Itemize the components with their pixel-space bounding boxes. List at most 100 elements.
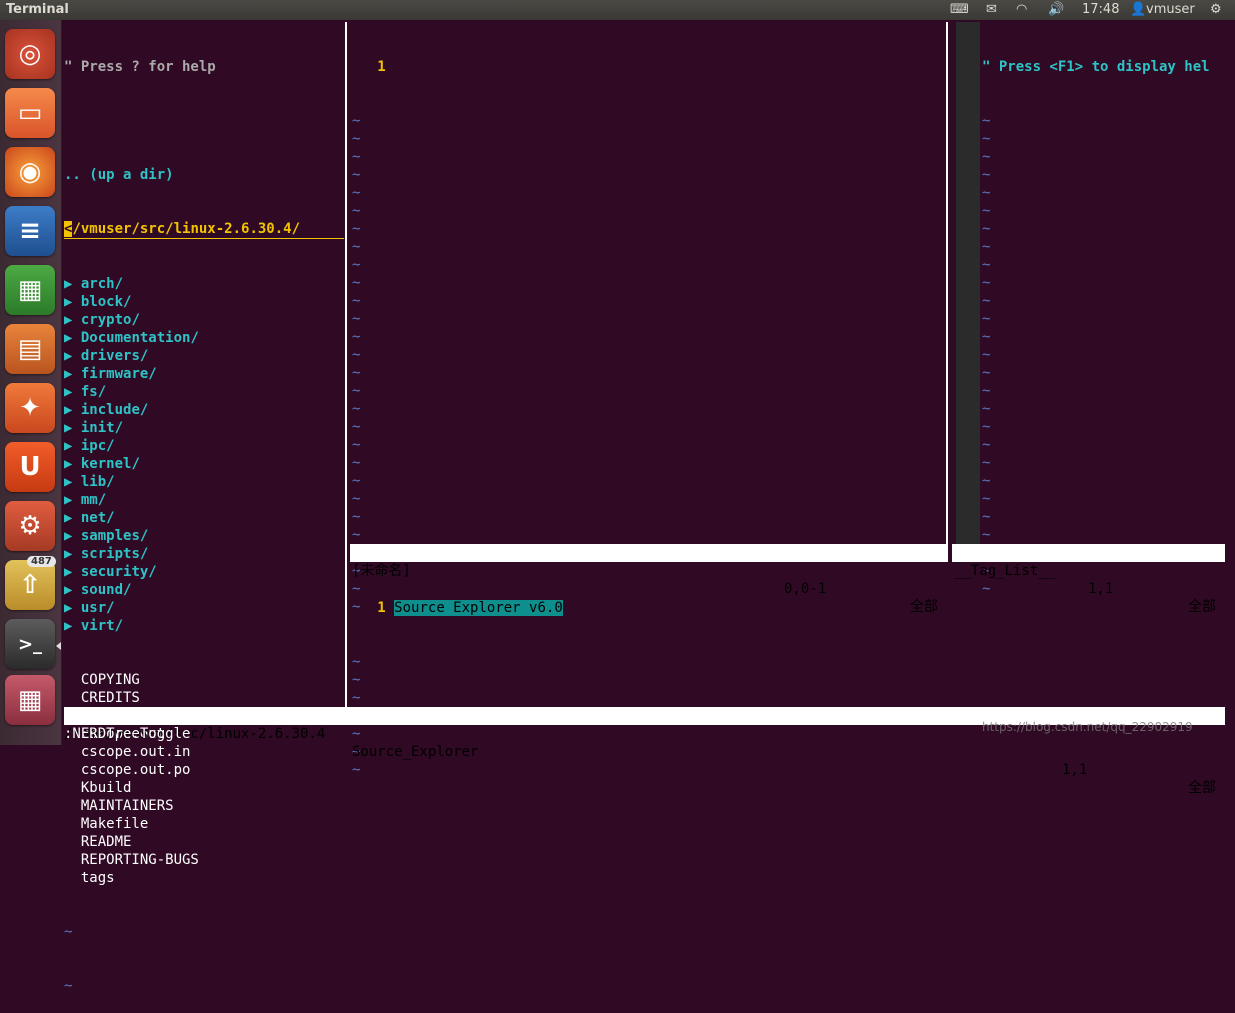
file-item[interactable]: tags	[64, 869, 344, 887]
directory-name: samples/	[80, 528, 149, 544]
command-line[interactable]: :NERDTreeToggle	[64, 725, 190, 743]
workspace-switcher-icon[interactable]: ▦	[5, 675, 55, 725]
editor-line-1[interactable]: 1	[352, 58, 944, 76]
file-name: README	[80, 834, 132, 850]
source-explorer-pane[interactable]: 1 Source Explorer v6.0 ~~~~~~~	[352, 563, 1222, 797]
software-center-icon[interactable]: ✦	[5, 383, 55, 433]
empty-line-marker: ~	[982, 221, 991, 237]
directory-name: security/	[80, 564, 157, 580]
clock[interactable]: 17:48	[1082, 2, 1119, 17]
directory-item[interactable]: ▶ virt/	[64, 617, 344, 635]
directory-name: init/	[80, 420, 124, 436]
file-item[interactable]: CREDITS	[64, 689, 344, 707]
empty-line-marker: ~	[982, 293, 991, 309]
volume-icon[interactable]: 🔊	[1048, 2, 1064, 17]
empty-line-marker: ~	[982, 383, 991, 399]
directory-item[interactable]: ▶ security/	[64, 563, 344, 581]
empty-line-marker: ~	[352, 149, 361, 165]
update-count-badge: 487	[27, 556, 56, 567]
directory-item[interactable]: ▶ firmware/	[64, 365, 344, 383]
directory-name: kernel/	[80, 456, 140, 472]
empty-line-marker: ~	[982, 167, 991, 183]
writer-icon[interactable]: ≡	[5, 206, 55, 256]
file-item[interactable]: cscope.out.po	[64, 761, 344, 779]
directory-item[interactable]: ▶ net/	[64, 509, 344, 527]
file-name: cscope.out.in	[80, 744, 191, 760]
directory-item[interactable]: ▶ kernel/	[64, 455, 344, 473]
files-icon[interactable]: ▭	[5, 88, 55, 138]
empty-line-marker: ~	[982, 509, 991, 525]
file-item[interactable]: cscope.out.in	[64, 743, 344, 761]
editor-pane[interactable]: 1 ~~~~~~~~~~~~~~~~~~~~~~~~~~~~	[352, 22, 944, 634]
vertical-separator[interactable]	[946, 22, 948, 544]
file-name: Kbuild	[80, 780, 132, 796]
up-dir-link[interactable]: .. (up a dir)	[64, 166, 344, 184]
directory-name: ipc/	[80, 438, 115, 454]
terminal-icon[interactable]: >_	[5, 619, 55, 669]
directory-item[interactable]: ▶ sound/	[64, 581, 344, 599]
directory-name: usr/	[80, 600, 115, 616]
directory-item[interactable]: ▶ mm/	[64, 491, 344, 509]
empty-line-marker: ~	[352, 185, 361, 201]
empty-line-marker: ~	[352, 654, 361, 670]
directory-item[interactable]: ▶ fs/	[64, 383, 344, 401]
empty-line-marker: ~	[352, 275, 361, 291]
impress-icon[interactable]: ▤	[5, 324, 55, 374]
ubuntu-one-icon[interactable]: U	[5, 442, 55, 492]
file-name: CREDITS	[80, 690, 140, 706]
directory-item[interactable]: ▶ include/	[64, 401, 344, 419]
dash-home-icon[interactable]: ◎	[5, 29, 55, 79]
launcher: ◎ ▭ ◉ ≡ ▦ ▤ ✦ U ⚙ ⇧ 487 >_ ▦	[0, 20, 62, 745]
empty-line-marker: ~	[982, 473, 991, 489]
taglist-empty-lines: ~~~~~~~~~~~~~~~~~~~~~~~~~~~	[982, 112, 1232, 598]
empty-line-marker: ~	[64, 978, 73, 994]
directory-name: crypto/	[80, 312, 140, 328]
directory-name: block/	[80, 294, 132, 310]
directory-name: drivers/	[80, 348, 149, 364]
taglist-status-line: __Tag_List__ 1,1 全部	[952, 544, 1225, 615]
directory-item[interactable]: ▶ init/	[64, 419, 344, 437]
source-explorer-line-1[interactable]: 1 Source Explorer v6.0	[352, 599, 1222, 617]
empty-line-marker: ~	[982, 149, 991, 165]
user-icon[interactable]: 👤	[1130, 2, 1146, 17]
file-item[interactable]: MAINTAINERS	[64, 797, 344, 815]
taglist-pane[interactable]: " Press <F1> to display hel ~ ~ ~ ~ ~ ~ ~ ~ ~ ~ ~ ~…	[982, 22, 1232, 616]
keyboard-icon[interactable]: ⌨	[950, 2, 969, 17]
source-explorer-title: Source Explorer v6.0	[394, 600, 563, 616]
system-settings-icon[interactable]: ⚙	[5, 501, 55, 551]
empty-line-marker: ~	[352, 672, 361, 688]
directory-item[interactable]: ▶ block/	[64, 293, 344, 311]
mail-icon[interactable]: ✉	[986, 2, 997, 17]
directory-item[interactable]: ▶ lib/	[64, 473, 344, 491]
vertical-separator[interactable]	[345, 22, 347, 708]
file-item[interactable]: Kbuild	[64, 779, 344, 797]
directory-item[interactable]: ▶ scripts/	[64, 545, 344, 563]
gear-icon[interactable]: ⚙	[1210, 2, 1222, 17]
file-item[interactable]: REPORTING-BUGS	[64, 851, 344, 869]
directory-item[interactable]: ▶ samples/	[64, 527, 344, 545]
directory-item[interactable]: ▶ ipc/	[64, 437, 344, 455]
file-item[interactable]: README	[64, 833, 344, 851]
empty-line-marker: ~	[352, 221, 361, 237]
editor-empty-lines: ~~~~~~~~~~~~~~~~~~~~~~~~~~~~	[352, 112, 944, 616]
user-name[interactable]: vmuser	[1146, 2, 1195, 17]
nerdtree-root[interactable]: </vmuser/src/linux-2.6.30.4/	[64, 220, 344, 239]
calc-icon[interactable]: ▦	[5, 265, 55, 315]
empty-line-marker: ~	[982, 329, 991, 345]
file-item[interactable]: COPYING	[64, 671, 344, 689]
network-icon[interactable]: ◠	[1016, 2, 1027, 17]
directory-item[interactable]: ▶ drivers/	[64, 347, 344, 365]
directory-item[interactable]: ▶ arch/	[64, 275, 344, 293]
directory-name: firmware/	[80, 366, 157, 382]
directory-item[interactable]: ▶ usr/	[64, 599, 344, 617]
empty-line-marker: ~	[982, 455, 991, 471]
empty-line-marker: ~	[352, 203, 361, 219]
directory-item[interactable]: ▶ Documentation/	[64, 329, 344, 347]
directory-item[interactable]: ▶ crypto/	[64, 311, 344, 329]
empty-line-marker: ~	[982, 203, 991, 219]
file-item[interactable]: Makefile	[64, 815, 344, 833]
firefox-icon[interactable]: ◉	[5, 147, 55, 197]
nerdtree-pane[interactable]: " Press ? for help .. (up a dir) </vmuse…	[64, 22, 344, 1013]
update-manager-icon[interactable]: ⇧ 487	[5, 556, 56, 610]
directory-name: Documentation/	[80, 330, 199, 346]
